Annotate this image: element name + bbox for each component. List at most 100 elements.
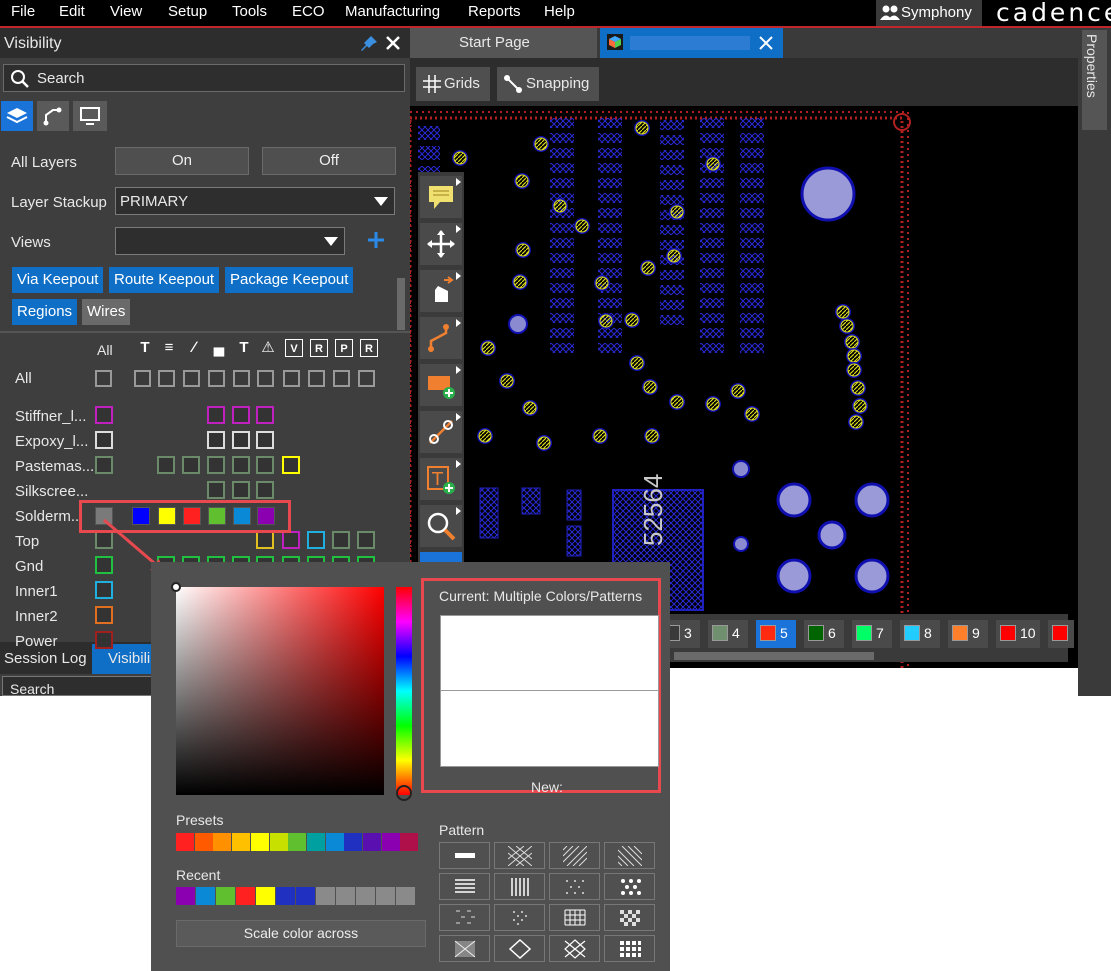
- all-layers-off-button[interactable]: Off: [262, 147, 396, 175]
- recent-color-swatch[interactable]: [276, 887, 295, 905]
- snapping-button[interactable]: Snapping: [497, 67, 599, 101]
- layer-color-swatch[interactable]: [207, 481, 225, 499]
- pattern-option-solid[interactable]: [439, 842, 490, 869]
- preset-color-swatch[interactable]: [344, 833, 363, 851]
- layer-color-swatch[interactable]: [207, 456, 225, 474]
- pattern-option-diamond[interactable]: [494, 935, 545, 962]
- layer-color-swatch[interactable]: [256, 531, 274, 549]
- recent-color-swatch[interactable]: [356, 887, 375, 905]
- layer-bar-swatch[interactable]: [1000, 625, 1016, 641]
- layer-bar-item[interactable]: 4: [708, 620, 748, 648]
- recent-color-swatch[interactable]: [256, 887, 275, 905]
- layer-bar-swatch[interactable]: [808, 625, 824, 641]
- shape-add-tool[interactable]: [420, 364, 462, 406]
- layer-color-swatch[interactable]: [182, 456, 200, 474]
- layer-bar-swatch[interactable]: [712, 625, 728, 641]
- preset-color-swatch[interactable]: [306, 833, 325, 851]
- preset-color-swatch[interactable]: [325, 833, 344, 851]
- layer-color-swatch[interactable]: [256, 481, 274, 499]
- layer-color-swatch[interactable]: [332, 531, 350, 549]
- preset-color-swatch[interactable]: [381, 833, 400, 851]
- layer-color-swatch[interactable]: [95, 431, 113, 449]
- pattern-option-grid[interactable]: [549, 904, 600, 931]
- pin-icon[interactable]: [360, 35, 378, 53]
- pattern-option-dense-dots[interactable]: [494, 904, 545, 931]
- layer-bar-item[interactable]: 5: [756, 620, 796, 648]
- preset-color-swatch[interactable]: [288, 833, 307, 851]
- preset-color-swatch[interactable]: [194, 833, 213, 851]
- tool-strip-more[interactable]: [420, 552, 462, 562]
- layer-bar-item[interactable]: 6: [804, 620, 844, 648]
- menu-file[interactable]: File: [11, 3, 35, 20]
- recent-color-swatch[interactable]: [176, 887, 195, 905]
- layer-bar-item[interactable]: 8: [900, 620, 940, 648]
- layer-bar-swatch[interactable]: [904, 625, 920, 641]
- menu-manufacturing[interactable]: Manufacturing: [345, 3, 440, 20]
- layer-bar-item[interactable]: 7: [852, 620, 892, 648]
- layer-visibility-toggle[interactable]: [183, 370, 200, 387]
- menu-view[interactable]: View: [110, 3, 142, 20]
- text-add-tool[interactable]: T: [420, 458, 462, 500]
- close-tab-icon[interactable]: [759, 36, 773, 50]
- layer-color-swatch[interactable]: [207, 431, 225, 449]
- pattern-option-checker3[interactable]: [439, 935, 490, 962]
- layer-bar-scrollbar[interactable]: [674, 652, 874, 660]
- pattern-option-diag-right[interactable]: [604, 842, 655, 869]
- menu-edit[interactable]: Edit: [59, 3, 85, 20]
- slide-tool[interactable]: [420, 270, 462, 312]
- layer-bar-swatch[interactable]: [952, 625, 968, 641]
- comment-tool[interactable]: [420, 176, 462, 218]
- preset-color-swatch[interactable]: [269, 833, 288, 851]
- layer-visibility-toggle[interactable]: [333, 370, 350, 387]
- pattern-option-sparse[interactable]: [439, 904, 490, 931]
- recent-color-swatch[interactable]: [336, 887, 355, 905]
- layer-color-swatch[interactable]: [232, 431, 250, 449]
- layer-color-swatch[interactable]: [282, 456, 300, 474]
- layer-visibility-toggle[interactable]: [283, 370, 300, 387]
- layer-color-swatch[interactable]: [157, 456, 175, 474]
- layer-color-swatch[interactable]: [95, 456, 113, 474]
- preset-color-swatch[interactable]: [400, 833, 419, 851]
- tab-session-log[interactable]: Session Log: [4, 650, 87, 667]
- chip-package-keepout[interactable]: Package Keepout: [225, 267, 354, 293]
- layer-visibility-toggle[interactable]: [308, 370, 325, 387]
- layer-color-swatch[interactable]: [256, 406, 274, 424]
- layer-color-swatch[interactable]: [95, 406, 113, 424]
- preset-color-swatch[interactable]: [176, 833, 194, 851]
- hue-handle[interactable]: [396, 785, 412, 801]
- preset-color-swatch[interactable]: [363, 833, 381, 851]
- panel-scrollbar[interactable]: [397, 278, 405, 330]
- layer-color-swatch[interactable]: [232, 406, 250, 424]
- layer-visibility-toggle[interactable]: [257, 370, 274, 387]
- grids-button[interactable]: Grids: [416, 67, 490, 101]
- layer-color-swatch[interactable]: [95, 581, 113, 599]
- properties-tab[interactable]: Properties: [1082, 30, 1107, 130]
- recent-color-swatch[interactable]: [316, 887, 335, 905]
- layer-visibility-toggle[interactable]: [95, 370, 112, 387]
- layer-bar-item[interactable]: [1048, 620, 1074, 648]
- layer-color-swatch[interactable]: [95, 631, 113, 649]
- layer-color-swatch[interactable]: [207, 406, 225, 424]
- bottom-search-input[interactable]: Search: [2, 676, 152, 697]
- preset-color-swatch[interactable]: [213, 833, 232, 851]
- tab-start-page[interactable]: Start Page: [410, 28, 597, 58]
- layer-color-swatch[interactable]: [232, 481, 250, 499]
- preset-color-swatch[interactable]: [232, 833, 251, 851]
- route-mode-button[interactable]: [37, 101, 69, 131]
- menu-setup[interactable]: Setup: [168, 3, 207, 20]
- symphony-button[interactable]: Symphony: [876, 0, 982, 26]
- pattern-option-checker[interactable]: [494, 842, 545, 869]
- recent-color-swatch[interactable]: [396, 887, 415, 905]
- layer-color-swatch[interactable]: [232, 456, 250, 474]
- tab-design[interactable]: [600, 28, 783, 58]
- scale-color-button[interactable]: Scale color across: [176, 920, 426, 947]
- zoom-tool[interactable]: [420, 505, 462, 547]
- layer-color-swatch[interactable]: [357, 531, 375, 549]
- layer-bar-item[interactable]: 10: [996, 620, 1040, 648]
- hue-slider[interactable]: [396, 587, 412, 801]
- close-icon[interactable]: [385, 35, 401, 51]
- pattern-option-diamonds[interactable]: [604, 873, 655, 900]
- pattern-option-dots[interactable]: [549, 873, 600, 900]
- menu-reports[interactable]: Reports: [468, 3, 521, 20]
- layer-bar-item[interactable]: 9: [948, 620, 988, 648]
